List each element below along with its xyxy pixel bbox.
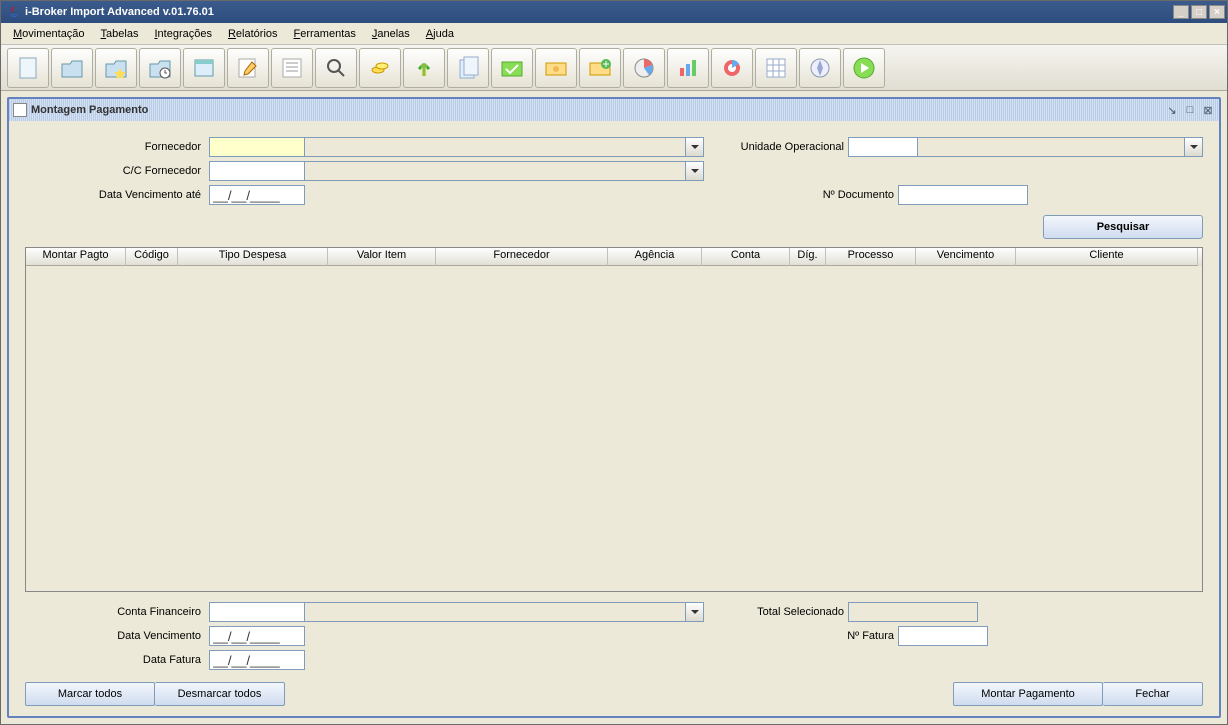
table-body[interactable] (26, 266, 1202, 591)
close-button[interactable]: × (1209, 5, 1225, 19)
search-icon[interactable] (315, 48, 357, 88)
minimize-button[interactable]: _ (1173, 5, 1189, 19)
marcar-todos-button[interactable]: Marcar todos (25, 682, 155, 706)
grid-icon[interactable] (755, 48, 797, 88)
fornecedor-label: Fornecedor (25, 141, 205, 153)
column-processo[interactable]: Processo (826, 248, 916, 266)
column-cliente[interactable]: Cliente (1016, 248, 1198, 266)
unidade-desc (918, 137, 1185, 157)
conta-fin-label: Conta Financeiro (25, 606, 205, 618)
content-area: Montagem Pagamento ↘ □ ⊠ Fornecedor (1, 91, 1227, 724)
column-tipo-despesa[interactable]: Tipo Despesa (178, 248, 328, 266)
total-sel-value (848, 602, 978, 622)
column-conta[interactable]: Conta (702, 248, 790, 266)
conta-fin-dropdown[interactable] (686, 602, 704, 622)
toolbar (1, 45, 1227, 91)
folder-star-icon[interactable] (95, 48, 137, 88)
close-frame-icon[interactable]: ⊠ (1201, 103, 1215, 117)
desmarcar-todos-button[interactable]: Desmarcar todos (155, 682, 285, 706)
menu-tabelas[interactable]: Tabelas (95, 26, 145, 42)
n-fatura-input[interactable] (898, 626, 988, 646)
window-icon[interactable] (183, 48, 225, 88)
inner-frame: Montagem Pagamento ↘ □ ⊠ Fornecedor (7, 97, 1221, 718)
menu-movimentação[interactable]: Movimentação (7, 26, 91, 42)
frame-icon (13, 103, 27, 117)
papers-icon[interactable] (447, 48, 489, 88)
window-title: i-Broker Import Advanced v.01.76.01 (25, 6, 1171, 18)
data-fatura-input[interactable] (209, 650, 305, 670)
form-area: Fornecedor Unidade Operacional (9, 121, 1219, 716)
chart-donut-icon[interactable] (711, 48, 753, 88)
arrow-up-icon[interactable] (403, 48, 445, 88)
chart-pie-icon[interactable] (623, 48, 665, 88)
column-montar-pagto[interactable]: Montar Pagto (26, 248, 126, 266)
results-table: Montar PagtoCódigoTipo DespesaValor Item… (25, 247, 1203, 592)
chart-bar-icon[interactable] (667, 48, 709, 88)
pesquisar-button[interactable]: Pesquisar (1043, 215, 1203, 239)
menubar: MovimentaçãoTabelasIntegraçõesRelatórios… (1, 23, 1227, 45)
data-venc-label: Data Vencimento (25, 630, 205, 642)
menu-ajuda[interactable]: Ajuda (420, 26, 460, 42)
folder-icon[interactable] (51, 48, 93, 88)
unidade-code-input[interactable] (848, 137, 918, 157)
cc-fornecedor-label: C/C Fornecedor (25, 165, 205, 177)
column-ag-ncia[interactable]: Agência (608, 248, 702, 266)
money-icon[interactable] (535, 48, 577, 88)
unidade-dropdown[interactable] (1185, 137, 1203, 157)
fornecedor-desc (305, 137, 686, 157)
check-icon[interactable] (491, 48, 533, 88)
documento-label: Nº Documento (758, 189, 898, 201)
compass-icon[interactable] (799, 48, 841, 88)
cc-fornecedor-desc (305, 161, 686, 181)
data-venc-ate-label: Data Vencimento até (25, 189, 205, 201)
cc-fornecedor-code-input[interactable] (209, 161, 305, 181)
menu-integrações[interactable]: Integrações (148, 26, 218, 42)
edit-icon[interactable] (227, 48, 269, 88)
conta-fin-desc (305, 602, 686, 622)
column-vencimento[interactable]: Vencimento (916, 248, 1016, 266)
frame-title: Montagem Pagamento (31, 104, 1165, 116)
menu-janelas[interactable]: Janelas (366, 26, 416, 42)
documento-input[interactable] (898, 185, 1028, 205)
play-icon[interactable] (843, 48, 885, 88)
data-venc-input[interactable] (209, 626, 305, 646)
column-c-digo[interactable]: Código (126, 248, 178, 266)
column-d-g-[interactable]: Díg. (790, 248, 826, 266)
list-icon[interactable] (271, 48, 313, 88)
unidade-label: Unidade Operacional (708, 141, 848, 153)
column-fornecedor[interactable]: Fornecedor (436, 248, 608, 266)
inner-titlebar: Montagem Pagamento ↘ □ ⊠ (9, 99, 1219, 121)
document-icon[interactable] (7, 48, 49, 88)
menu-relatórios[interactable]: Relatórios (222, 26, 284, 42)
money-plus-icon[interactable] (579, 48, 621, 88)
fornecedor-dropdown[interactable] (686, 137, 704, 157)
java-icon (7, 5, 21, 19)
n-fatura-label: Nº Fatura (758, 630, 898, 642)
maximize-button[interactable]: □ (1191, 5, 1207, 19)
coins-icon[interactable] (359, 48, 401, 88)
folder-clock-icon[interactable] (139, 48, 181, 88)
titlebar: i-Broker Import Advanced v.01.76.01 _ □ … (1, 1, 1227, 23)
conta-fin-code-input[interactable] (209, 602, 305, 622)
data-fatura-label: Data Fatura (25, 654, 205, 666)
iconify-icon[interactable]: ↘ (1165, 103, 1179, 117)
maximize-icon[interactable]: □ (1183, 103, 1197, 117)
table-header: Montar PagtoCódigoTipo DespesaValor Item… (26, 248, 1202, 266)
fechar-button[interactable]: Fechar (1103, 682, 1203, 706)
data-venc-ate-input[interactable] (209, 185, 305, 205)
total-sel-label: Total Selecionado (708, 606, 848, 618)
montar-pagamento-button[interactable]: Montar Pagamento (953, 682, 1103, 706)
column-valor-item[interactable]: Valor Item (328, 248, 436, 266)
cc-fornecedor-dropdown[interactable] (686, 161, 704, 181)
fornecedor-code-input[interactable] (209, 137, 305, 157)
menu-ferramentas[interactable]: Ferramentas (288, 26, 362, 42)
main-window: i-Broker Import Advanced v.01.76.01 _ □ … (0, 0, 1228, 725)
